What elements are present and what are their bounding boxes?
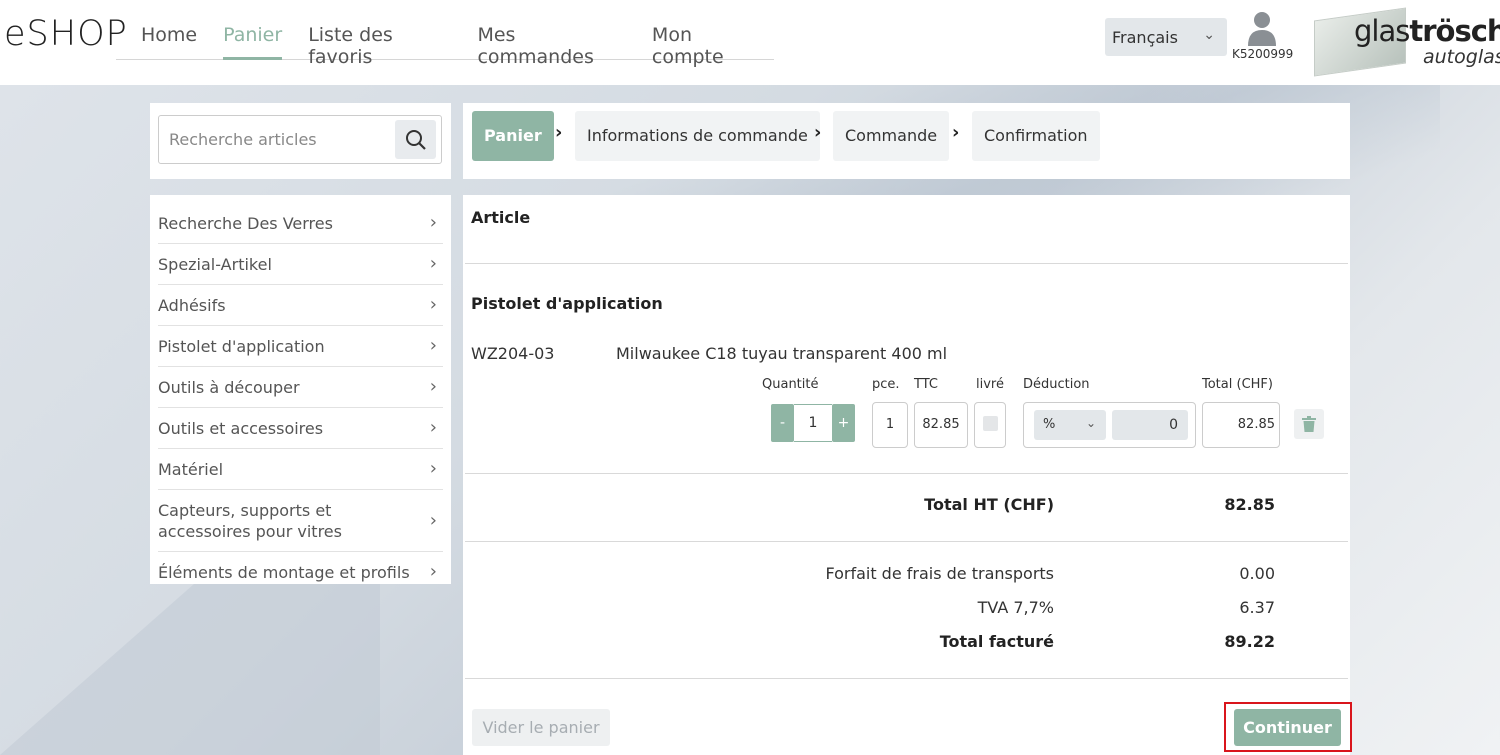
article-name[interactable]: Milwaukee C18 tuyau transparent 400 ml: [616, 344, 947, 363]
nav-compte[interactable]: Mon compte: [639, 20, 774, 68]
label-pce: pce.: [872, 377, 900, 392]
total-ht-label: Total HT (CHF): [924, 495, 1054, 514]
highlight-box: [1224, 702, 1352, 752]
divider: [465, 541, 1348, 542]
group-title: Pistolet d'application: [471, 294, 663, 313]
eshop-logo[interactable]: eSHOP: [4, 14, 128, 54]
glastroesch-logo[interactable]: glaströsch autoglas: [1312, 6, 1500, 77]
category-item[interactable]: Recherche Des Verres ›: [158, 203, 443, 244]
step-panier[interactable]: Panier: [472, 111, 554, 161]
language-select[interactable]: Français ⌄: [1105, 18, 1227, 56]
header: eSHOP Home Panier Liste des favoris Mes …: [0, 0, 1500, 85]
tva-value: 6.37: [1239, 598, 1275, 617]
chevron-right-icon: ›: [429, 509, 437, 531]
trash-icon: [1302, 416, 1316, 432]
category-item[interactable]: Adhésifs ›: [158, 285, 443, 326]
chevron-right-icon: ›: [555, 122, 563, 143]
user-id: K5200999: [1232, 47, 1294, 61]
chevron-down-icon: ⌄: [1085, 416, 1096, 430]
category-item[interactable]: Matériel ›: [158, 449, 443, 490]
total-ht-value: 82.85: [1224, 495, 1275, 514]
category-item[interactable]: Pistolet d'application ›: [158, 326, 443, 367]
cart-panel: Article Pistolet d'application WZ204-03 …: [463, 195, 1350, 755]
user-icon[interactable]: [1246, 10, 1278, 46]
deduction-box: % ⌄ 0: [1023, 402, 1196, 448]
chevron-right-icon: ›: [814, 122, 822, 143]
step-confirmation[interactable]: Confirmation: [972, 111, 1100, 161]
category-item[interactable]: Outils et accessoires ›: [158, 408, 443, 449]
step-informations[interactable]: Informations de commande: [575, 111, 820, 161]
tva-label: TVA 7,7%: [977, 598, 1054, 617]
shipping-value: 0.00: [1239, 564, 1275, 583]
chevron-right-icon: ›: [429, 335, 437, 356]
ttc-field[interactable]: 82.85: [914, 402, 968, 448]
label-delivered: livré: [976, 377, 1004, 392]
label-ttc: TTC: [914, 377, 938, 392]
label-quantity: Quantité: [762, 377, 819, 392]
quantity-increase-button[interactable]: +: [832, 404, 855, 442]
chevron-right-icon: ›: [429, 561, 437, 582]
article-code: WZ204-03: [471, 344, 555, 363]
chevron-right-icon: ›: [429, 253, 437, 274]
category-item[interactable]: Outils à découper ›: [158, 367, 443, 408]
chevron-right-icon: ›: [952, 122, 960, 143]
total-billed-label: Total facturé: [939, 632, 1054, 651]
step-commande[interactable]: Commande: [833, 111, 950, 161]
quantity-decrease-button[interactable]: -: [771, 404, 794, 442]
shipping-label: Forfait de frais de transports: [825, 564, 1054, 583]
chevron-right-icon: ›: [429, 212, 437, 233]
category-item[interactable]: Capteurs, supports et accessoires pour v…: [158, 490, 443, 552]
chevron-right-icon: ›: [429, 376, 437, 397]
chevron-right-icon: ›: [429, 294, 437, 315]
logo-subtitle: autoglas: [1423, 46, 1500, 68]
divider: [465, 473, 1348, 474]
category-list: Recherche Des Verres › Spezial-Artikel › A…: [150, 195, 451, 584]
language-selected: Français: [1112, 28, 1178, 47]
deduction-value-input[interactable]: 0: [1112, 410, 1188, 440]
article-header: Article: [471, 208, 531, 227]
checkout-steps: Panier › Informations de commande › Comm…: [463, 103, 1350, 179]
chevron-down-icon: ⌄: [1203, 27, 1215, 43]
quantity-input[interactable]: 1: [794, 404, 832, 442]
delivered-checkbox[interactable]: [983, 416, 998, 431]
label-total: Total (CHF): [1202, 377, 1273, 392]
divider: [465, 678, 1348, 679]
category-item[interactable]: Éléments de montage et profils ›: [158, 552, 443, 592]
nav-home[interactable]: Home: [116, 20, 210, 60]
line-total-field: 82.85: [1202, 402, 1280, 448]
logo-wordmark: glaströsch: [1354, 14, 1500, 48]
total-billed-value: 89.22: [1224, 632, 1275, 651]
divider: [465, 263, 1348, 264]
chevron-right-icon: ›: [429, 417, 437, 438]
search-icon: [406, 130, 426, 150]
search-panel: [150, 103, 451, 179]
pce-field[interactable]: 1: [872, 402, 908, 448]
deduction-type-select[interactable]: % ⌄: [1034, 410, 1106, 440]
nav-favoris[interactable]: Liste des favoris: [295, 20, 464, 68]
nav-commandes[interactable]: Mes commandes: [464, 20, 638, 68]
chevron-right-icon: ›: [429, 458, 437, 479]
clear-cart-button[interactable]: Vider le panier: [472, 709, 610, 746]
main-nav: Home Panier Liste des favoris Mes comman…: [116, 20, 774, 68]
nav-panier[interactable]: Panier: [210, 20, 295, 60]
label-deduction: Déduction: [1023, 377, 1090, 392]
search-button[interactable]: [395, 120, 436, 159]
search-input[interactable]: [159, 116, 395, 163]
category-item[interactable]: Spezial-Artikel ›: [158, 244, 443, 285]
delete-item-button[interactable]: [1294, 409, 1324, 439]
search-box: [158, 115, 442, 164]
